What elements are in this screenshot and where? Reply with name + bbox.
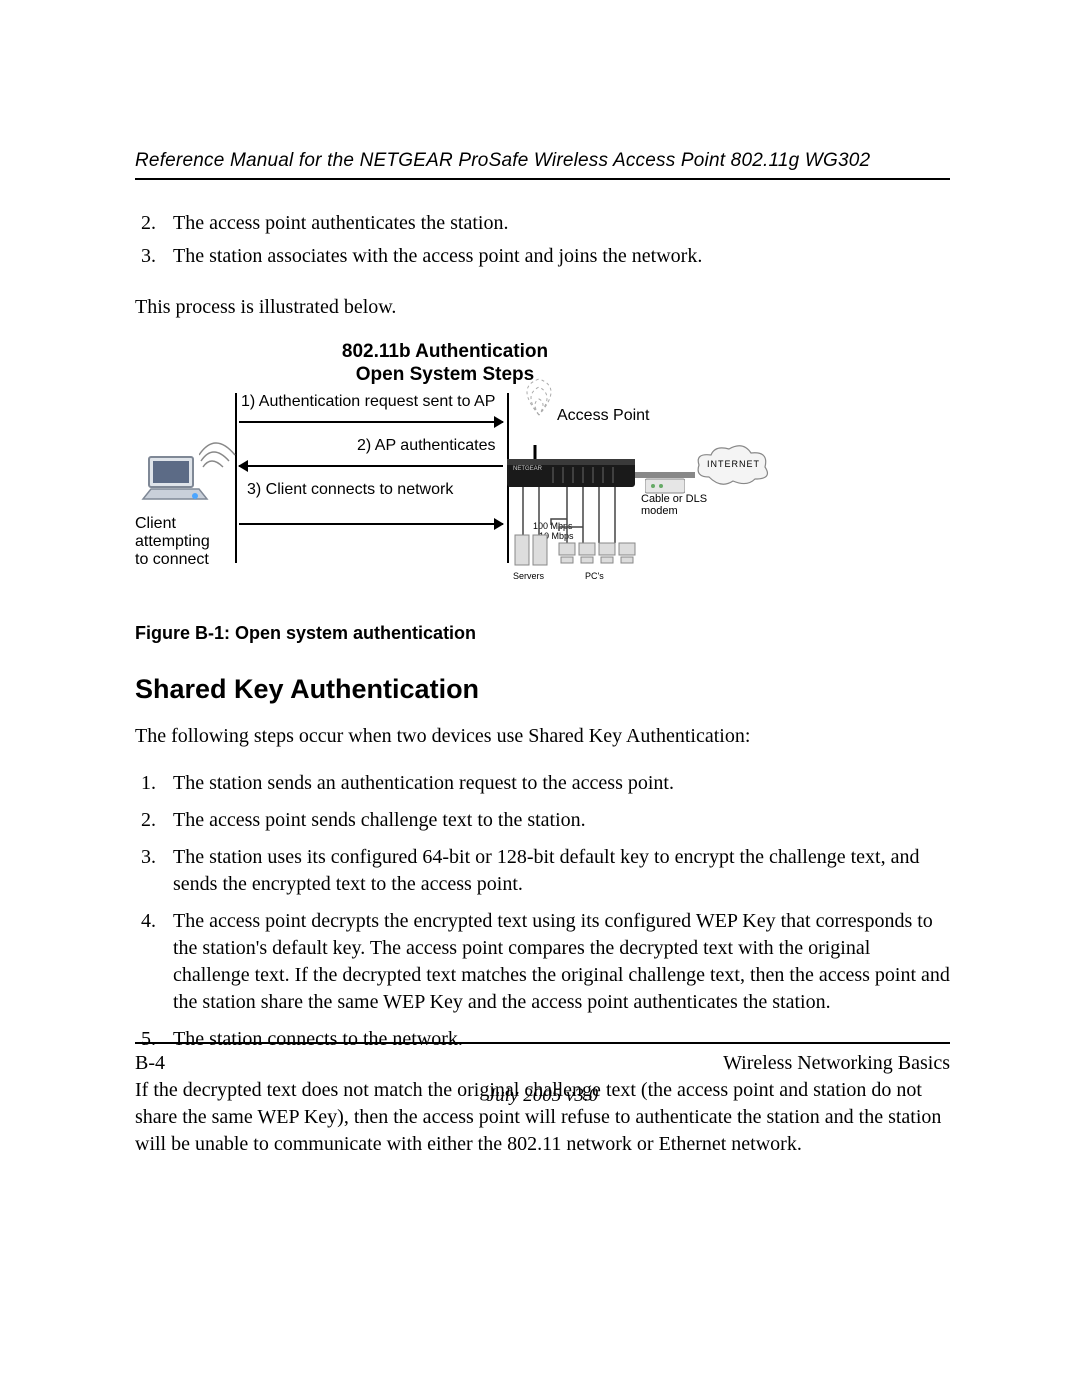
ap-label: Access Point bbox=[557, 407, 649, 425]
list-text: The station uses its configured 64-bit o… bbox=[173, 844, 950, 898]
top-ordered-list: 2. The access point authenticates the st… bbox=[135, 210, 950, 270]
running-header: Reference Manual for the NETGEAR ProSafe… bbox=[135, 150, 950, 172]
list-item: 4. The access point decrypts the encrypt… bbox=[135, 908, 950, 1016]
servers-label: Servers bbox=[513, 571, 544, 581]
list-item: 3. The station associates with the acces… bbox=[135, 243, 950, 270]
step1-arrow bbox=[239, 421, 503, 423]
pcs-label: PC's bbox=[585, 571, 604, 581]
list-text: The access point decrypts the encrypted … bbox=[173, 908, 950, 1016]
intro-paragraph: The following steps occur when two devic… bbox=[135, 723, 950, 750]
network-drops-icon bbox=[511, 487, 651, 577]
figure-wrapper: 802.11b Authentication Open System Steps bbox=[135, 341, 950, 644]
list-item: 3. The station uses its configured 64-bi… bbox=[135, 844, 950, 898]
client-label: Client attempting to connect bbox=[135, 515, 225, 570]
list-text: The station sends an authentication requ… bbox=[173, 770, 674, 797]
step3-arrow bbox=[239, 523, 503, 525]
diagram-title-line2: Open System Steps bbox=[356, 364, 534, 385]
list-item: 2. The access point sends challenge text… bbox=[135, 807, 950, 834]
lead-paragraph: This process is illustrated below. bbox=[135, 294, 950, 321]
step3-label: 3) Client connects to network bbox=[247, 481, 453, 499]
left-vline bbox=[235, 393, 237, 563]
internet-label: INTERNET bbox=[707, 459, 760, 469]
diagram-title: 802.11b Authentication Open System Steps bbox=[265, 341, 625, 387]
page-footer: B-4 Wireless Networking Basics July 2005… bbox=[135, 1042, 950, 1107]
step2-label: 2) AP authenticates bbox=[357, 437, 495, 455]
diagram-title-line1: 802.11b Authentication bbox=[342, 341, 548, 362]
wifi-icon bbox=[199, 437, 239, 473]
list-item: 2. The access point authenticates the st… bbox=[135, 210, 950, 237]
list-number: 3. bbox=[141, 844, 173, 898]
step2-arrow bbox=[239, 465, 503, 467]
ap-waves-icon bbox=[509, 377, 569, 417]
step1-label: 1) Authentication request sent to AP bbox=[241, 393, 495, 411]
footer-rule bbox=[135, 1042, 950, 1044]
list-text: The access point authenticates the stati… bbox=[173, 210, 508, 237]
svg-text:NETGEAR: NETGEAR bbox=[513, 466, 543, 472]
modem-label: Cable or DLS modem bbox=[641, 493, 711, 517]
figure-caption: Figure B-1: Open system authentication bbox=[135, 623, 950, 644]
page: Reference Manual for the NETGEAR ProSafe… bbox=[0, 0, 1080, 1397]
steps-list: 1. The station sends an authentication r… bbox=[135, 770, 950, 1053]
list-text: The station associates with the access p… bbox=[173, 243, 702, 270]
list-number: 1. bbox=[141, 770, 173, 797]
list-text: The access point sends challenge text to… bbox=[173, 807, 586, 834]
list-number: 4. bbox=[141, 908, 173, 1016]
list-number: 3. bbox=[141, 243, 173, 270]
list-number: 2. bbox=[141, 807, 173, 834]
page-number: B-4 bbox=[135, 1052, 165, 1075]
diagram: Client attempting to connect 1) Authenti… bbox=[135, 393, 950, 603]
header-rule bbox=[135, 178, 950, 180]
list-item: 1. The station sends an authentication r… bbox=[135, 770, 950, 797]
section-title: Wireless Networking Basics bbox=[723, 1052, 950, 1075]
section-heading: Shared Key Authentication bbox=[135, 674, 950, 705]
footer-version: July 2005 v3.0 bbox=[135, 1085, 950, 1107]
list-number: 2. bbox=[141, 210, 173, 237]
